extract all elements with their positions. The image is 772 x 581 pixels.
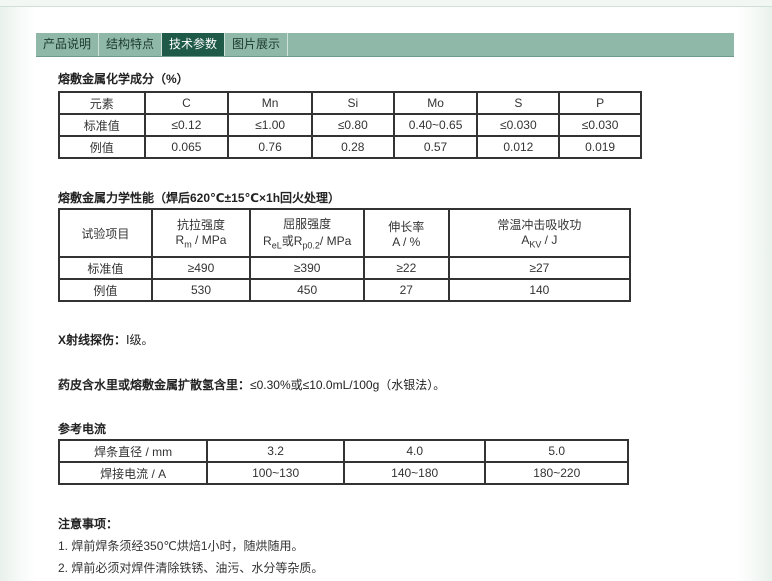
cell-line: 常温冲击吸收功	[497, 218, 582, 233]
chem-title: 熔敷金属化学成分（%）	[58, 72, 189, 86]
table-cell: 450	[249, 278, 365, 302]
mech-table: 试验项目 抗拉强度 Rm / MPa 屈服强度 ReL或Rp0.2/ MPa 伸…	[58, 208, 632, 302]
table-cell: ≥27	[447, 256, 632, 280]
table-cell: 试验项目	[58, 208, 153, 258]
subscript: KV	[529, 239, 542, 250]
conjunction: 或	[281, 234, 294, 249]
table-cell: C	[143, 91, 230, 115]
unit: / J	[541, 233, 558, 248]
table-row: 例值 0.065 0.76 0.28 0.57 0.012 0.019	[58, 135, 642, 159]
table-cell: ≤0.030	[558, 113, 642, 137]
table-cell: 0.012	[476, 135, 561, 159]
table-cell: 180~220	[484, 461, 629, 485]
subscript: p0.2	[302, 240, 320, 251]
table-cell: 常温冲击吸收功 AKV / J	[447, 208, 632, 258]
table-cell: 例值	[58, 278, 153, 302]
note-item: 2. 焊前必须对焊件清除铁锈、油污、水分等杂质。	[58, 561, 324, 575]
cell-line: 抗拉强度	[176, 218, 225, 233]
table-row: 元素 C Mn Si Mo S P	[58, 91, 642, 115]
table-cell: 屈服强度 ReL或Rp0.2/ MPa	[249, 208, 365, 258]
table-cell: 例值	[58, 135, 146, 159]
table-cell: ≤1.00	[227, 113, 313, 137]
cell-line: Rm / MPa	[153, 233, 250, 249]
table-cell: ≥22	[362, 256, 450, 280]
table-cell: ≤0.80	[310, 113, 395, 137]
chem-table: 元素 C Mn Si Mo S P 标准值 ≤0.12 ≤1.00 ≤0.80 …	[58, 91, 642, 159]
cell-line: A / %	[392, 234, 421, 249]
subscript: m	[184, 239, 192, 250]
table-cell: Mn	[227, 91, 313, 115]
top-divider	[0, 0, 772, 7]
cell-line: AKV / J	[450, 233, 629, 249]
cell-line: ReL或Rp0.2/ MPa	[251, 232, 363, 250]
cell-line: 伸长率	[388, 219, 425, 234]
table-cell: 140	[447, 278, 632, 302]
table-cell: ≥490	[150, 256, 252, 280]
unit: / MPa	[191, 233, 227, 248]
table-cell: 0.57	[392, 135, 479, 159]
subscript: eL	[271, 240, 282, 251]
table-cell: 5.0	[484, 439, 629, 463]
symbol: R	[175, 233, 185, 248]
table-cell: 100~130	[206, 461, 345, 485]
moisture-value: ≤0.30%或≤10.0mL/100g（水银法）。	[250, 378, 446, 392]
table-cell: 530	[150, 278, 252, 302]
xray-value: Ⅰ级。	[126, 333, 154, 347]
table-cell: 伸长率 A / %	[362, 208, 450, 258]
table-cell: 焊条直径 / mm	[57, 439, 209, 463]
moisture-label: 药皮含水里或熔敷金属扩散氢含里：	[58, 378, 251, 392]
mech-title: 熔敷金属力学性能（焊后620℃±15℃×1h回火处理）	[58, 191, 341, 205]
table-row: 标准值 ≤0.12 ≤1.00 ≤0.80 0.40~0.65 ≤0.030 ≤…	[58, 113, 642, 137]
table-cell: 0.065	[143, 135, 230, 159]
table-cell: 元素	[58, 91, 146, 115]
table-cell: 140~180	[342, 461, 487, 485]
table-cell: Mo	[392, 91, 479, 115]
current-title: 参考电流	[58, 422, 107, 436]
table-cell: ≤0.12	[143, 113, 230, 137]
table-cell: 4.0	[342, 439, 487, 463]
table-cell: 3.2	[206, 439, 345, 463]
tab-structure-features[interactable]: 结构特点	[99, 33, 163, 56]
table-cell: ≤0.030	[476, 113, 561, 137]
unit: / MPa	[319, 234, 352, 249]
table-row: 焊接电流 / A 100~130 140~180 180~220	[57, 461, 629, 485]
table-cell: Si	[310, 91, 395, 115]
table-cell: 标准值	[58, 113, 146, 137]
current-table: 焊条直径 / mm 3.2 4.0 5.0 焊接电流 / A 100~130 1…	[57, 439, 629, 485]
table-cell: 焊接电流 / A	[57, 461, 209, 485]
table-row: 焊条直径 / mm 3.2 4.0 5.0	[57, 439, 629, 463]
xray-line: X射线探伤：Ⅰ级。	[58, 331, 154, 348]
table-cell: 标准值	[58, 256, 153, 280]
cell-line: 屈服强度	[283, 217, 332, 232]
table-cell: 抗拉强度 Rm / MPa	[150, 208, 252, 258]
table-row: 例值 530 450 27 140	[58, 278, 632, 302]
note-item: 1. 焊前焊条须经350℃烘焙1小时，随烘随用。	[58, 539, 304, 553]
xray-label: X射线探伤：	[58, 333, 127, 347]
table-row: 试验项目 抗拉强度 Rm / MPa 屈服强度 ReL或Rp0.2/ MPa 伸…	[58, 208, 632, 258]
table-cell: 0.40~0.65	[392, 113, 479, 137]
moisture-line: 药皮含水里或熔敷金属扩散氢含里：≤0.30%或≤10.0mL/100g（水银法）…	[58, 376, 445, 393]
table-cell: S	[476, 91, 561, 115]
tab-product-description[interactable]: 产品说明	[36, 33, 100, 56]
table-cell: P	[558, 91, 642, 115]
table-cell: 27	[362, 278, 450, 302]
table-cell: ≥390	[249, 256, 365, 280]
table-row: 标准值 ≥490 ≥390 ≥22 ≥27	[58, 256, 632, 280]
tab-technical-parameters[interactable]: 技术参数	[162, 33, 226, 56]
table-cell: 0.28	[310, 135, 395, 159]
notes-title: 注意事项：	[58, 517, 119, 531]
tab-pictures[interactable]: 图片展示	[225, 33, 289, 56]
symbol: R	[263, 234, 272, 249]
tab-bar: 产品说明 结构特点 技术参数 图片展示	[36, 33, 734, 57]
table-cell: 0.019	[558, 135, 642, 159]
table-cell: 0.76	[227, 135, 313, 159]
